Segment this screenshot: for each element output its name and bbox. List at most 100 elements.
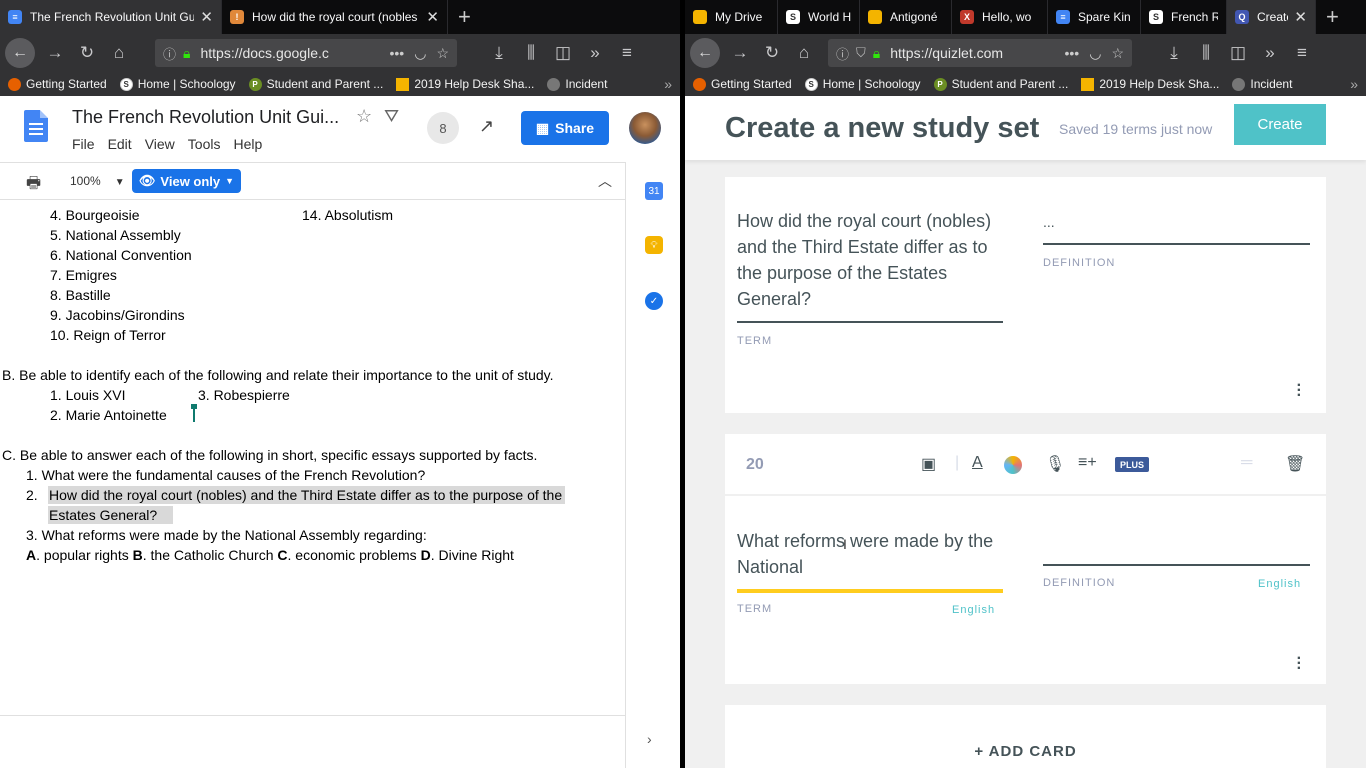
more-vertical-icon[interactable]: · · ·	[1297, 651, 1302, 677]
add-card-button[interactable]: + ADD CARD	[725, 705, 1326, 768]
hamburger-menu-icon[interactable]: ≡	[611, 43, 643, 63]
bookmarks-overflow-icon[interactable]: »	[1350, 76, 1358, 92]
address-bar[interactable]: ⓘ 🔒︎ https://docs.google.c ••• ◡ ☆	[155, 39, 457, 67]
term-line: How did the royal court (nobles)	[737, 211, 992, 231]
sidebar-icon[interactable]: ◫	[547, 43, 579, 63]
move-to-drive-icon[interactable]: ⛛	[384, 106, 399, 127]
close-icon[interactable]: ✕	[1294, 8, 1307, 26]
calendar-icon[interactable]: 31	[645, 182, 663, 200]
reload-icon[interactable]: ↻	[756, 43, 788, 63]
portal-icon: P	[248, 77, 262, 91]
collaborators-badge[interactable]: 8	[427, 112, 459, 144]
pocket-icon[interactable]: ◡	[1089, 45, 1101, 62]
tab-quizlet-question[interactable]: ! How did the royal court (nobles ✕	[222, 0, 448, 34]
more-dots-icon[interactable]: •••	[1065, 45, 1080, 61]
part-letter: D	[420, 547, 431, 563]
bookmark-student-parent[interactable]: P Student and Parent ...	[933, 77, 1068, 91]
tab-french-revolution-doc[interactable]: ≡ The French Revolution Unit Guid ✕	[0, 0, 222, 34]
document-title[interactable]: The French Revolution Unit Gui...	[72, 107, 339, 128]
tab-quizlet-create[interactable]: Q Create ✕	[1227, 0, 1316, 34]
tab-spare-kin[interactable]: ≡ Spare Kin	[1048, 0, 1141, 34]
microphone-icon[interactable]: 🎙︎	[1045, 454, 1065, 474]
bookmarks-overflow-icon[interactable]: »	[664, 76, 672, 92]
forward-arrow-icon[interactable]: →	[724, 43, 756, 63]
trash-icon[interactable]: 🗑︎	[1285, 454, 1305, 474]
info-icon[interactable]: ⓘ	[163, 44, 176, 63]
home-icon[interactable]: ⌂	[103, 43, 135, 63]
navigation-bar: ← → ↻ ⌂ ⓘ 🔒︎ https://docs.google.c ••• ◡…	[0, 34, 680, 72]
term-field-active[interactable]: What reforms were made by the National	[737, 528, 993, 580]
forward-arrow-icon[interactable]: →	[39, 43, 71, 63]
bookmark-getting-started[interactable]: Getting Started	[8, 77, 107, 91]
text-format-icon[interactable]: A	[972, 454, 983, 472]
back-arrow-icon[interactable]: ←	[690, 38, 720, 68]
bookmark-schoology[interactable]: S Home | Schoology	[119, 77, 236, 91]
zoom-select[interactable]: 100% ▼	[70, 174, 125, 188]
overflow-chevron-icon[interactable]: »	[1254, 43, 1286, 63]
docs-logo-icon[interactable]	[24, 110, 48, 142]
more-dots-icon[interactable]: •••	[390, 45, 405, 61]
bookmark-getting-started[interactable]: Getting Started	[693, 77, 792, 91]
menu-view[interactable]: View	[145, 136, 175, 152]
more-vertical-icon[interactable]: · · ·	[1297, 378, 1302, 404]
bookmark-student-parent[interactable]: P Student and Parent ...	[248, 77, 383, 91]
share-button[interactable]: ▦ Share	[521, 111, 609, 145]
new-tab-button[interactable]: +	[1316, 0, 1349, 34]
home-icon[interactable]: ⌂	[788, 43, 820, 63]
sidebar-icon[interactable]: ◫	[1222, 43, 1254, 63]
menu-edit[interactable]: Edit	[108, 136, 132, 152]
term-language-select[interactable]: English	[952, 604, 995, 616]
print-icon[interactable]: 🖶︎	[26, 172, 41, 199]
tab-hello-world[interactable]: X Hello, wo	[952, 0, 1048, 34]
menu-tools[interactable]: Tools	[188, 136, 221, 152]
bookmark-incident[interactable]: Incident	[547, 77, 607, 91]
info-icon[interactable]: ⓘ	[836, 44, 849, 63]
tab-my-drive[interactable]: My Drive	[685, 0, 778, 34]
menu-help[interactable]: Help	[233, 136, 262, 152]
library-icon[interactable]: ⫼	[1190, 43, 1222, 63]
activity-trend-icon[interactable]: ↗	[479, 116, 494, 137]
star-icon[interactable]: ☆	[356, 106, 372, 127]
overflow-chevron-icon[interactable]: »	[579, 43, 611, 63]
expand-panel-chevron-icon[interactable]: ›	[647, 731, 652, 747]
avatar[interactable]	[629, 112, 661, 144]
collapse-chevron-icon[interactable]: ︿	[598, 171, 612, 191]
color-picker-icon[interactable]	[1004, 456, 1022, 474]
reload-icon[interactable]: ↻	[71, 43, 103, 63]
new-tab-button[interactable]: +	[448, 0, 481, 34]
back-arrow-icon[interactable]: ←	[5, 38, 35, 68]
bookmark-label: Home | Schoology	[822, 77, 921, 91]
definition-language-select[interactable]: English	[1258, 578, 1301, 590]
keep-icon[interactable]: 💡︎	[645, 236, 663, 254]
bookmark-help-desk[interactable]: 2019 Help Desk Sha...	[1081, 77, 1219, 91]
bookmark-schoology[interactable]: S Home | Schoology	[804, 77, 921, 91]
bookmark-star-icon[interactable]: ☆	[436, 45, 449, 62]
definition-field[interactable]	[1043, 530, 1310, 562]
tab-french-re[interactable]: S French Re	[1141, 0, 1227, 34]
download-icon[interactable]: ⤓	[1158, 43, 1190, 63]
shield-icon[interactable]: ⛉	[856, 45, 866, 61]
tab-antigone[interactable]: Antigoné	[860, 0, 952, 34]
close-icon[interactable]: ✕	[200, 8, 213, 26]
drag-handle-icon[interactable]: ═	[1241, 454, 1252, 472]
image-icon[interactable]: ▣	[921, 454, 936, 474]
plus-badge[interactable]: PLUS	[1115, 457, 1149, 472]
definition-field[interactable]: ...	[1043, 214, 1055, 230]
hamburger-menu-icon[interactable]: ≡	[1286, 43, 1318, 63]
menu-file[interactable]: File	[72, 136, 95, 152]
create-button[interactable]: Create	[1234, 104, 1326, 145]
bookmark-incident[interactable]: Incident	[1232, 77, 1292, 91]
address-bar[interactable]: ⓘ ⛉ 🔒︎ https://quizlet.com ••• ◡ ☆	[828, 39, 1132, 67]
pocket-icon[interactable]: ◡	[414, 45, 426, 62]
term-field[interactable]: How did the royal court (nobles) and the…	[737, 208, 991, 312]
download-icon[interactable]: ⤓	[483, 43, 515, 63]
tab-world-history[interactable]: S World His	[778, 0, 860, 34]
library-icon[interactable]: ⫼	[515, 43, 547, 63]
insert-row-icon[interactable]: ≡+	[1078, 454, 1097, 472]
document-body[interactable]: 4. Bourgeoisie 14. Absolutism 5. Nationa…	[0, 201, 625, 715]
bookmark-help-desk[interactable]: 2019 Help Desk Sha...	[396, 77, 534, 91]
tasks-icon[interactable]: ✓	[645, 292, 663, 310]
close-icon[interactable]: ✕	[426, 8, 439, 26]
bookmark-star-icon[interactable]: ☆	[1111, 45, 1124, 62]
view-only-button[interactable]: 👁︎ View only ▼	[132, 169, 241, 193]
